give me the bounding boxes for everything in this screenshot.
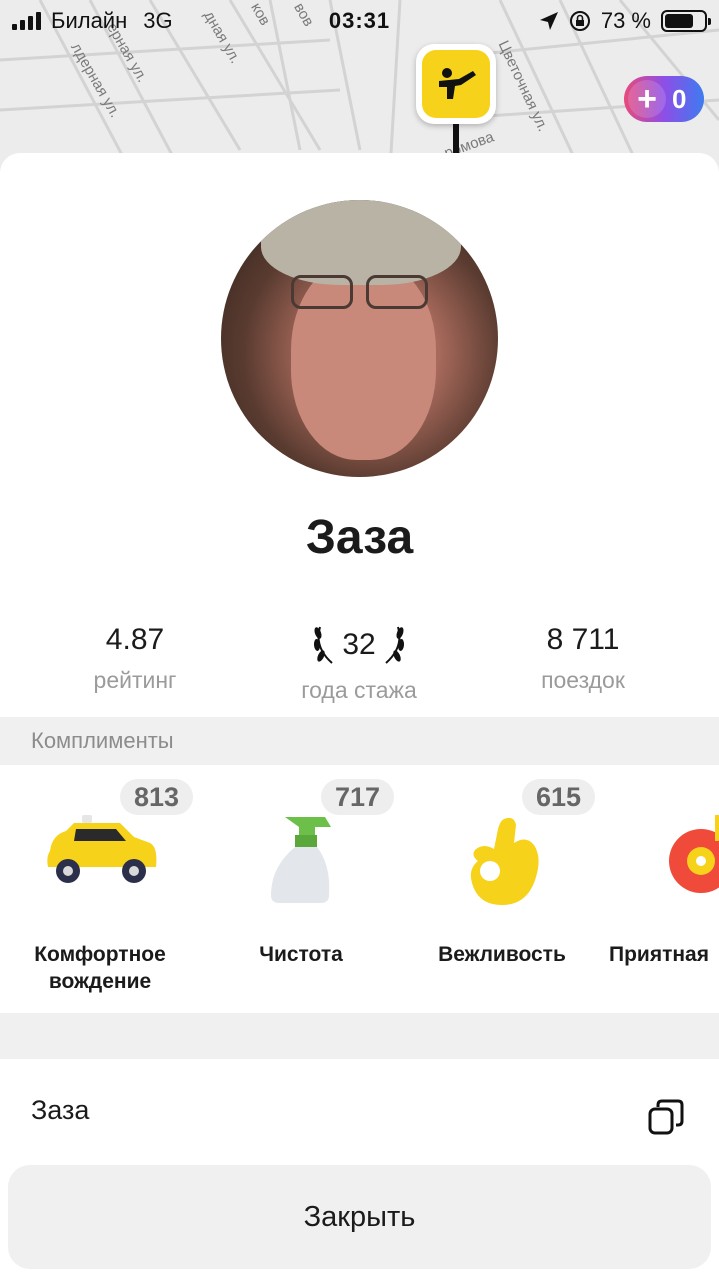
compliment-label: Приятная: [609, 943, 709, 966]
compliment-label: Чистота: [259, 943, 343, 966]
stat-experience: 32 года стажа: [259, 623, 459, 704]
battery-icon: [661, 10, 711, 32]
compliments-carousel[interactable]: 813 Комфортное вождение 717 Чистота 615: [0, 765, 719, 1013]
compliment-count: 615: [522, 779, 596, 815]
laurel-right-icon: [385, 626, 404, 664]
compliment-count: 717: [321, 779, 395, 815]
plus-points-value: 0: [672, 83, 687, 114]
driver-name-copy-row[interactable]: Заза: [0, 1059, 719, 1155]
compliments-heading: Комплименты: [0, 717, 719, 765]
stat-experience-value: 32: [342, 628, 376, 661]
taxi-car-icon: [47, 815, 157, 883]
stat-rating-label: рейтинг: [93, 667, 177, 693]
orientation-lock-icon: [569, 11, 590, 31]
driver-stats: 4.87 рейтинг 32 года стажа 8 711 поездок: [0, 623, 719, 703]
driver-profile-sheet: Заза 4.87 рейтинг 32 года стажа 8 711 по…: [0, 153, 719, 1280]
stat-trips-label: поездок: [541, 667, 625, 693]
compliment-label: Вежливость: [438, 943, 566, 966]
compliment-item[interactable]: 813 Комфортное вождение: [0, 765, 200, 1013]
section-divider: [0, 1013, 719, 1059]
laurel-left-icon: [314, 626, 333, 664]
compliment-label: Комфортное вождение: [34, 943, 166, 993]
location-arrow-icon: [539, 12, 558, 30]
close-button[interactable]: Закрыть: [8, 1165, 711, 1269]
stat-rating: 4.87 рейтинг: [35, 623, 235, 694]
pin-stick: [453, 124, 459, 154]
battery-percent: 73 %: [600, 8, 651, 33]
stat-experience-label: года стажа: [301, 677, 417, 703]
copy-row-text: Заза: [31, 1095, 90, 1125]
compliment-item[interactable]: 717 Чистота: [201, 765, 401, 1013]
spray-bottle-icon: [271, 817, 331, 903]
plus-points-badge[interactable]: + 0: [624, 76, 704, 122]
stat-trips: 8 711 поездок: [483, 623, 683, 694]
compliment-item[interactable]: 615 Вежливость: [402, 765, 602, 1013]
compliment-item[interactable]: Приятная: [603, 765, 719, 1013]
music-disc-icon: [669, 815, 719, 893]
close-button-area: Закрыть: [0, 1155, 719, 1280]
compliment-count: 813: [120, 779, 194, 815]
taxi-pickup-pin[interactable]: [416, 44, 496, 124]
status-bar: Билайн 3G 03:31 73 %: [0, 0, 719, 40]
driver-avatar: [221, 200, 498, 477]
battery-fill: [665, 14, 693, 28]
driver-name: Заза: [305, 511, 414, 564]
copy-icon[interactable]: [646, 1097, 686, 1137]
stat-rating-value: 4.87: [105, 623, 165, 656]
hailing-person-icon: [439, 68, 476, 99]
plus-icon: +: [628, 80, 666, 118]
stat-trips-value: 8 711: [546, 623, 620, 656]
ok-hand-icon: [470, 817, 539, 905]
